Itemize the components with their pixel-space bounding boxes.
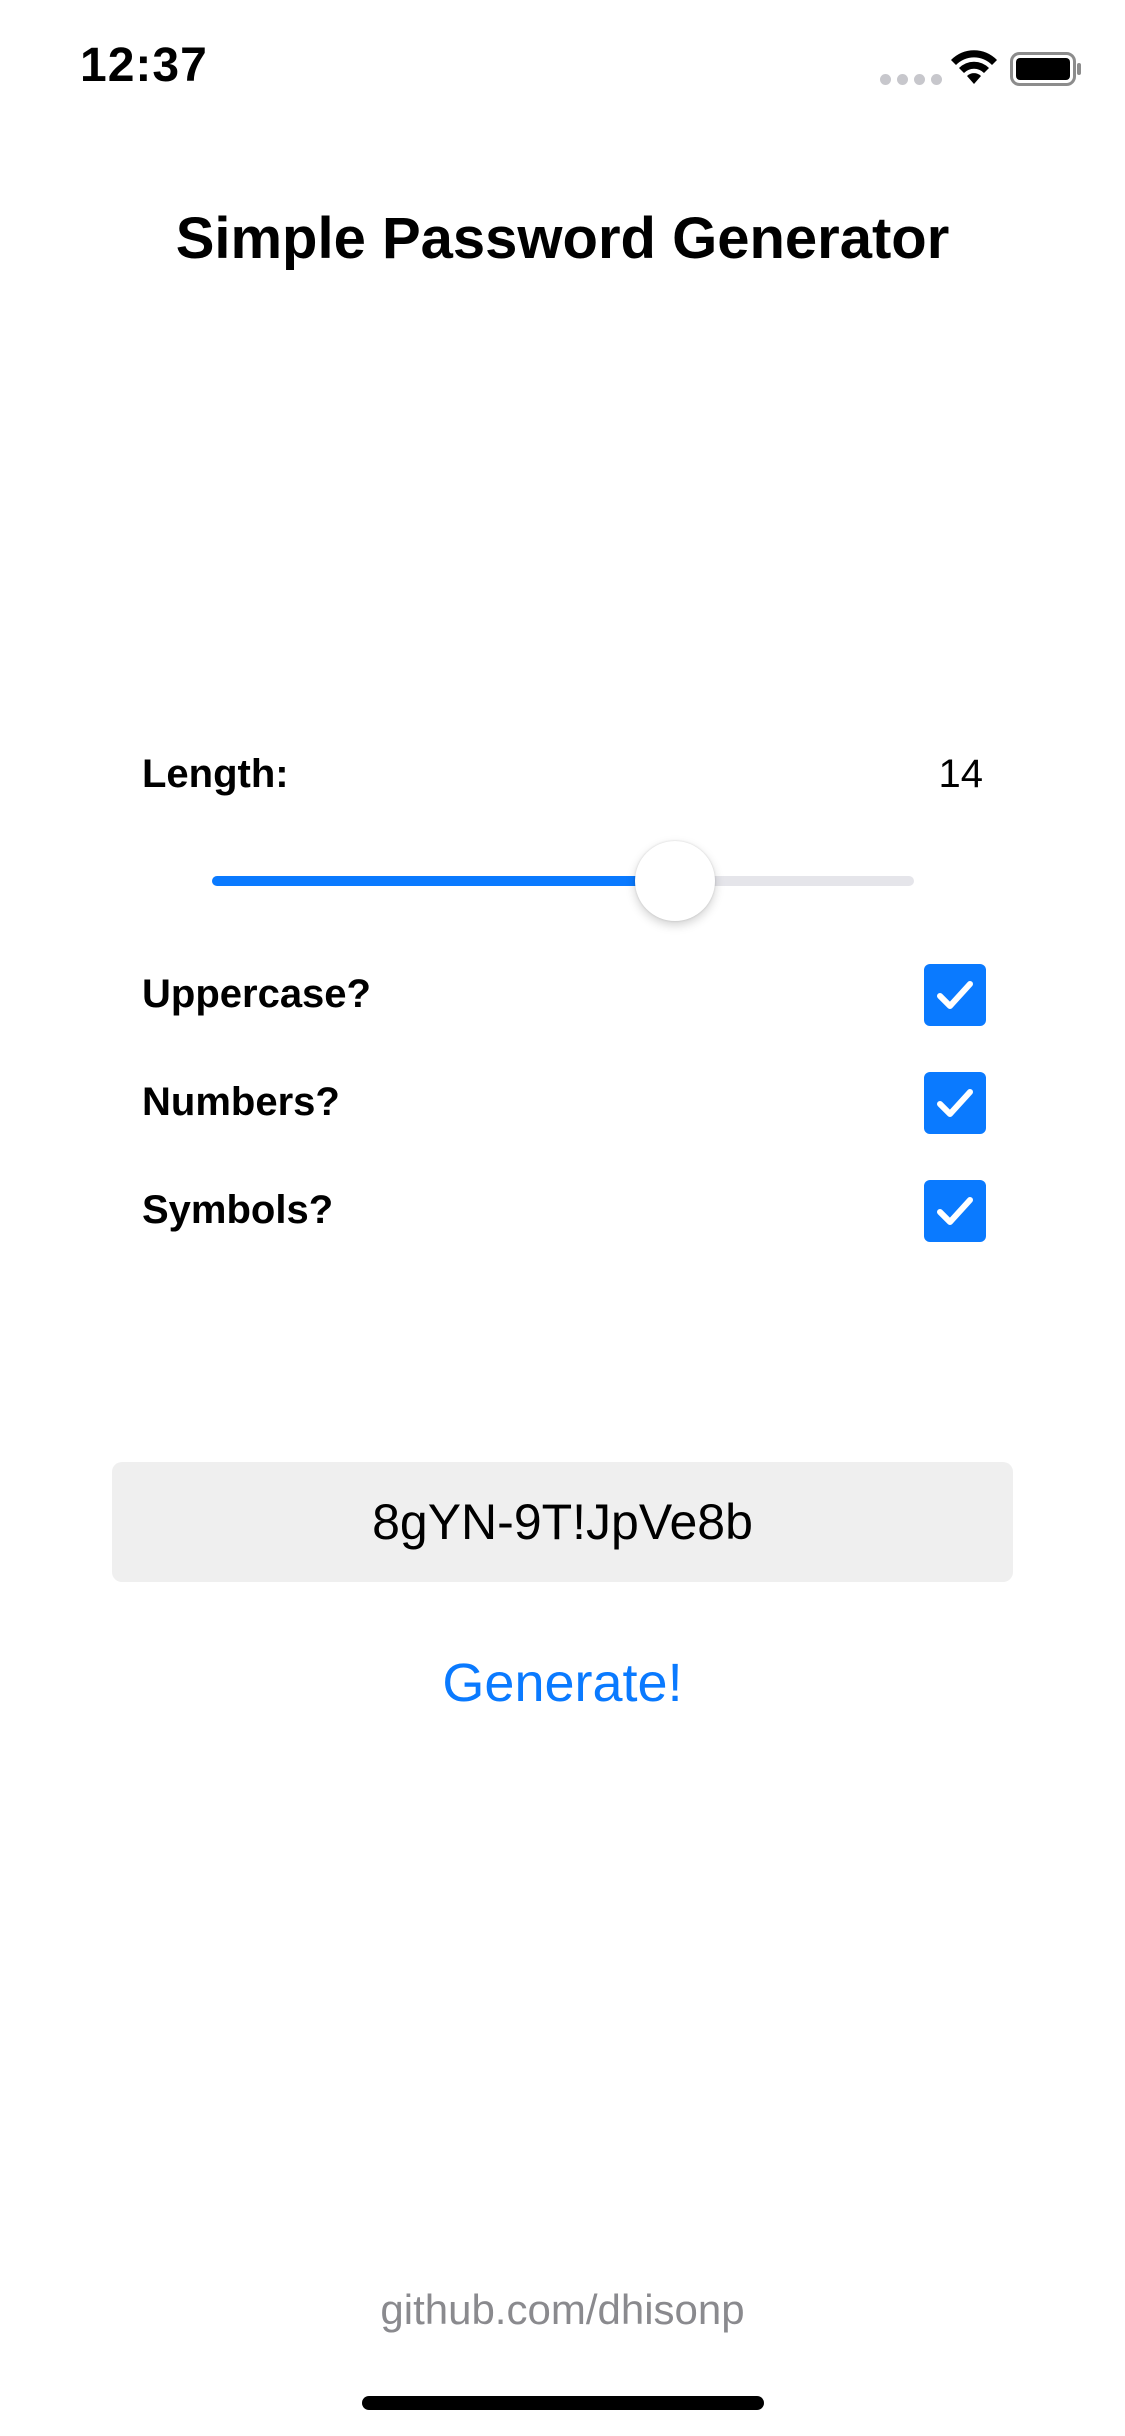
length-slider[interactable] bbox=[212, 840, 914, 921]
battery-icon bbox=[1010, 52, 1081, 86]
checkmark-icon bbox=[937, 1197, 973, 1225]
symbols-checkbox[interactable] bbox=[924, 1180, 986, 1242]
password-text: 8gYN-9T!JpVe8b bbox=[372, 1494, 753, 1550]
wifi-icon bbox=[951, 50, 997, 84]
status-bar-time: 12:37 bbox=[80, 39, 208, 92]
github-link[interactable]: github.com/dhisonp bbox=[0, 2286, 1125, 2334]
length-value: 14 bbox=[938, 752, 984, 796]
checkmark-icon bbox=[937, 1089, 973, 1117]
signal-dots-icon bbox=[880, 74, 942, 85]
uppercase-label: Uppercase? bbox=[142, 972, 371, 1016]
page-title: Simple Password Generator bbox=[175, 206, 950, 271]
password-output-field[interactable]: 8gYN-9T!JpVe8b bbox=[112, 1462, 1013, 1582]
slider-thumb[interactable] bbox=[635, 841, 716, 921]
uppercase-checkbox[interactable] bbox=[924, 964, 986, 1026]
symbols-label: Symbols? bbox=[142, 1188, 334, 1232]
numbers-label: Numbers? bbox=[142, 1080, 340, 1124]
generate-button[interactable]: Generate! bbox=[0, 1652, 1125, 1714]
checkmark-icon bbox=[937, 981, 973, 1009]
slider-fill bbox=[212, 876, 676, 886]
home-indicator[interactable] bbox=[362, 2396, 764, 2410]
numbers-checkbox[interactable] bbox=[924, 1072, 986, 1134]
length-label: Length: bbox=[142, 752, 289, 796]
